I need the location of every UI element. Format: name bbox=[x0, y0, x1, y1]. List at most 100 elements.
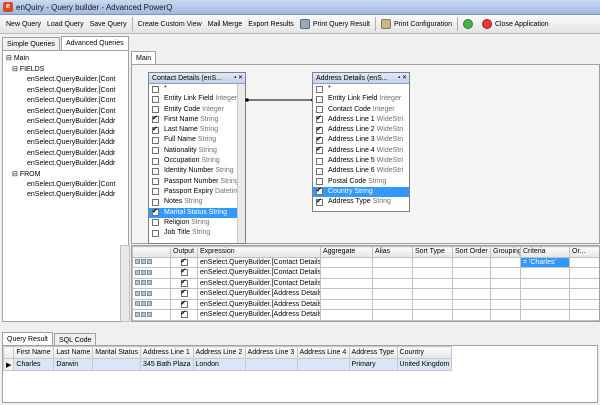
result-column-header-address-line-2[interactable]: Address Line 2 bbox=[192, 346, 246, 359]
grid-row[interactable]: enSelect.QueryBuilder.[Address Details] bbox=[132, 298, 599, 310]
row-edit-icon[interactable] bbox=[147, 259, 152, 265]
field-row-nationality[interactable]: Nationality String bbox=[149, 146, 245, 156]
criteria-cell[interactable] bbox=[520, 267, 570, 279]
grid-vertical-scrollbar[interactable] bbox=[120, 245, 130, 322]
criteria-cell[interactable]: = 'Charles' bbox=[520, 256, 570, 268]
aggregate-cell[interactable] bbox=[320, 298, 373, 310]
print-configuration-button[interactable]: Print Configuration bbox=[378, 17, 455, 32]
row-move-up-icon[interactable] bbox=[135, 290, 140, 296]
field-row-passport-expiry[interactable]: Passport Expiry Datetime bbox=[149, 187, 245, 197]
field-checkbox[interactable] bbox=[316, 157, 323, 165]
save-query-button[interactable]: Save Query bbox=[87, 17, 130, 32]
tree-field-item[interactable]: enSelect.QueryBuilder.[Cont bbox=[27, 108, 115, 115]
sort-order-cell[interactable] bbox=[452, 288, 491, 300]
mail-merge-button[interactable]: Mail Merge bbox=[205, 17, 246, 32]
row-move-up-icon[interactable] bbox=[135, 259, 140, 265]
grid-row-controls[interactable] bbox=[132, 288, 171, 300]
create-custom-view-button[interactable]: Create Custom View bbox=[135, 17, 205, 32]
grid-column-header-criteria[interactable]: Criteria bbox=[520, 246, 570, 258]
result-cell[interactable] bbox=[296, 358, 350, 371]
tree-from-item[interactable]: enSelect.QueryBuilder.[Cont bbox=[27, 181, 115, 188]
tree-field-item[interactable]: enSelect.QueryBuilder.[Addr bbox=[27, 118, 115, 125]
result-column-header-address-type[interactable]: Address Type bbox=[348, 346, 398, 359]
result-cell[interactable]: Primary bbox=[348, 358, 398, 371]
row-edit-icon[interactable] bbox=[147, 269, 152, 275]
result-column-header-first-name[interactable]: First Name bbox=[13, 346, 55, 359]
row-move-up-icon[interactable] bbox=[135, 311, 140, 317]
output-checkbox[interactable] bbox=[180, 279, 188, 287]
grid-column-header-or[interactable]: Or... bbox=[569, 246, 599, 258]
sort-type-cell[interactable] bbox=[412, 288, 453, 300]
grid-row-controls[interactable] bbox=[132, 277, 171, 289]
tab-advanced-queries[interactable]: Advanced Queries bbox=[61, 36, 129, 50]
or-cell[interactable] bbox=[569, 298, 599, 310]
field-row-country[interactable]: Country String bbox=[313, 186, 409, 198]
address-details-header[interactable]: Address Details (enS... ▪ ✕ bbox=[313, 73, 409, 84]
row-move-down-icon[interactable] bbox=[141, 269, 146, 275]
field-checkbox[interactable] bbox=[316, 145, 323, 155]
tree-field-item[interactable]: enSelect.QueryBuilder.[Addr bbox=[27, 139, 115, 146]
result-cell[interactable]: London bbox=[192, 358, 246, 371]
field-row-occupation[interactable]: Occupation String bbox=[149, 156, 245, 166]
tree-field-item[interactable]: enSelect.QueryBuilder.[Addr bbox=[27, 150, 115, 157]
field-row-notes[interactable]: Notes String bbox=[149, 197, 245, 207]
close-application-button[interactable]: Close Application bbox=[479, 17, 552, 32]
tree-node-fields[interactable]: ⊟ FIELDS bbox=[12, 65, 44, 73]
row-edit-icon[interactable] bbox=[147, 311, 152, 317]
grid-row[interactable]: enSelect.QueryBuilder.[Contact Details] bbox=[132, 277, 599, 289]
tree-field-item[interactable]: enSelect.QueryBuilder.[Addr bbox=[27, 160, 115, 167]
alias-cell[interactable] bbox=[372, 288, 413, 300]
alias-cell[interactable] bbox=[372, 267, 413, 279]
row-move-up-icon[interactable] bbox=[135, 280, 140, 286]
alias-cell[interactable] bbox=[372, 309, 413, 321]
expression-cell[interactable]: enSelect.QueryBuilder.[Contact Details] bbox=[197, 277, 321, 289]
field-checkbox[interactable] bbox=[152, 106, 159, 114]
field-row-address-line-1[interactable]: Address Line 1 WideStri bbox=[313, 114, 409, 125]
box-menu-icon[interactable]: ▪ ✕ bbox=[234, 73, 243, 84]
field-checkbox[interactable] bbox=[316, 114, 323, 124]
tree-node-from[interactable]: ⊟ FROM bbox=[12, 170, 40, 178]
print-query-result-button[interactable]: Print Query Result bbox=[297, 17, 373, 32]
grid-column-header-expression[interactable]: Expression bbox=[197, 246, 321, 258]
field-checkbox[interactable] bbox=[152, 188, 159, 196]
field-checkbox[interactable] bbox=[152, 125, 159, 135]
or-cell[interactable] bbox=[569, 277, 599, 289]
alias-cell[interactable] bbox=[372, 298, 413, 310]
grid-row-controls[interactable] bbox=[132, 309, 171, 321]
tree-field-item[interactable]: enSelect.QueryBuilder.[Cont bbox=[27, 76, 115, 83]
address-details-table-box[interactable]: Address Details (enS... ▪ ✕ * Entity Lin… bbox=[312, 72, 410, 212]
contact-details-scrollbar[interactable] bbox=[237, 84, 245, 243]
field-row-identity-number[interactable]: Identity Number String bbox=[149, 166, 245, 176]
result-cell[interactable] bbox=[244, 358, 298, 371]
or-cell[interactable] bbox=[569, 267, 599, 279]
result-cell[interactable] bbox=[92, 358, 142, 371]
field-row-religion[interactable]: Religion String bbox=[149, 218, 245, 228]
contact-details-table-box[interactable]: Contact Details (enS... ▪ ✕ * Entity Lin… bbox=[148, 72, 246, 244]
sort-type-cell[interactable] bbox=[412, 256, 453, 268]
field-checkbox[interactable] bbox=[152, 178, 159, 186]
result-column-header-marital-status[interactable]: Marital Status bbox=[92, 346, 142, 359]
grid-column-header-aggregate[interactable]: Aggregate bbox=[320, 246, 373, 258]
field-checkbox[interactable] bbox=[152, 85, 159, 93]
expression-cell[interactable]: enSelect.QueryBuilder.[Address Details] bbox=[197, 288, 321, 300]
field-row-job-title[interactable]: Job Title String bbox=[149, 228, 245, 238]
row-edit-icon[interactable] bbox=[147, 290, 152, 296]
field-checkbox[interactable] bbox=[316, 178, 323, 186]
field-checkbox[interactable] bbox=[152, 95, 159, 103]
result-cell[interactable]: Darwin bbox=[53, 358, 94, 371]
expression-cell[interactable]: enSelect.QueryBuilder.[Contact Details] bbox=[197, 267, 321, 279]
sort-order-cell[interactable] bbox=[452, 309, 491, 321]
alias-cell[interactable] bbox=[372, 256, 413, 268]
row-edit-icon[interactable] bbox=[147, 301, 152, 307]
grid-column-header-alias[interactable]: Alias bbox=[372, 246, 413, 258]
sort-type-cell[interactable] bbox=[412, 309, 453, 321]
contact-details-header[interactable]: Contact Details (enS... ▪ ✕ bbox=[149, 73, 245, 84]
row-move-down-icon[interactable] bbox=[141, 290, 146, 296]
tree-field-item[interactable]: enSelect.QueryBuilder.[Cont bbox=[27, 87, 115, 94]
grid-column-header-grouping[interactable]: Grouping bbox=[490, 246, 521, 258]
sort-type-cell[interactable] bbox=[412, 277, 453, 289]
field-checkbox[interactable] bbox=[152, 219, 159, 227]
expression-cell[interactable]: enSelect.QueryBuilder.[Contact Details] bbox=[197, 256, 321, 268]
aggregate-cell[interactable] bbox=[320, 267, 373, 279]
field-checkbox[interactable] bbox=[316, 186, 323, 196]
